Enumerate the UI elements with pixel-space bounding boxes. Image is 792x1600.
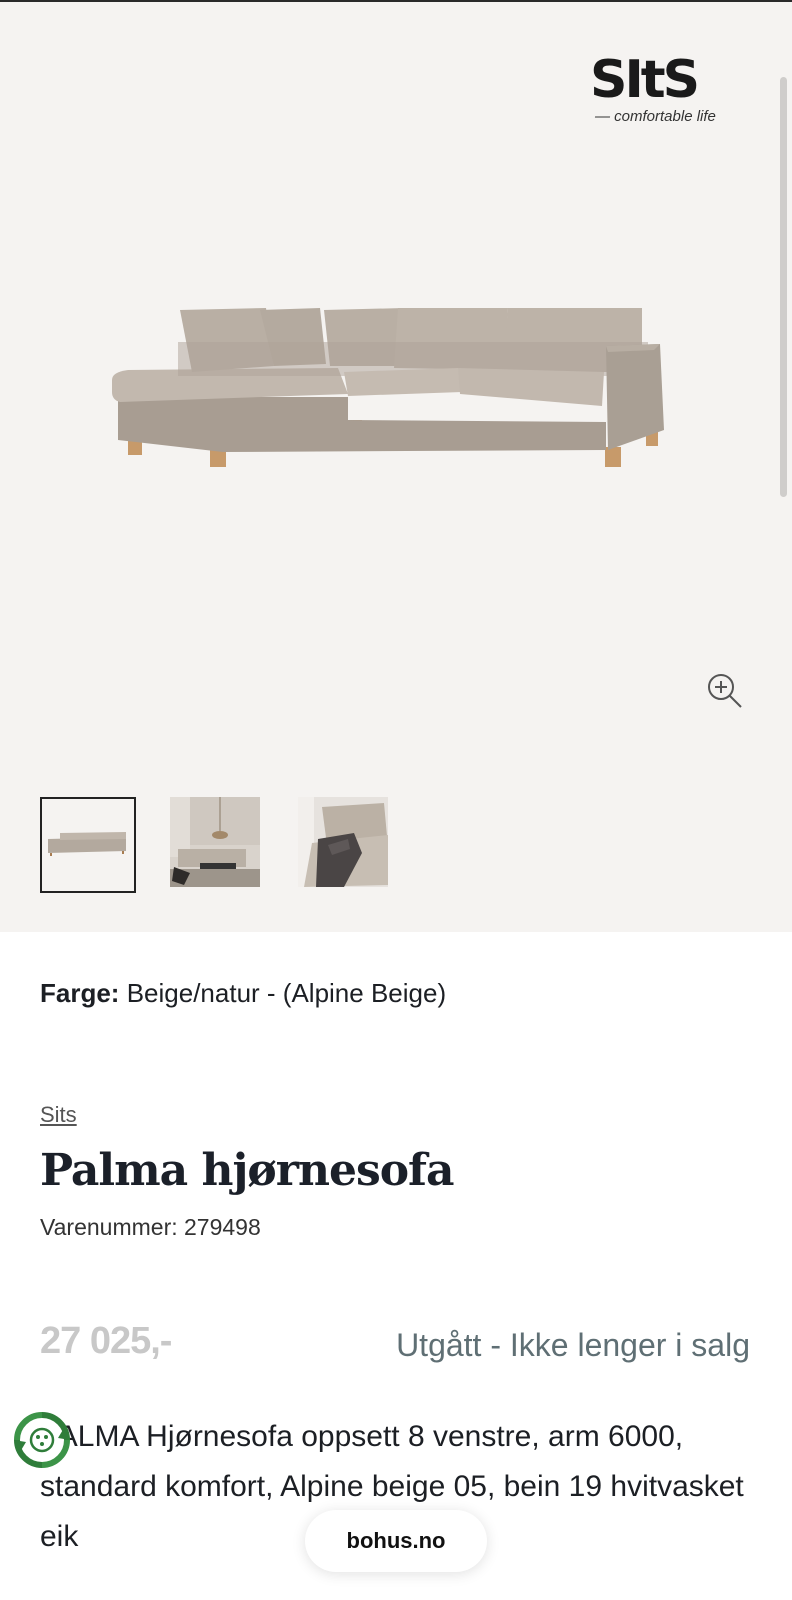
zoom-in-icon[interactable]	[706, 672, 746, 712]
color-label: Farge:	[40, 978, 120, 1008]
thumbnail-1[interactable]	[40, 797, 136, 893]
availability-status: Utgått - Ikke lenger i salg	[396, 1327, 750, 1363]
main-product-image	[112, 308, 664, 467]
product-price: 27 025,-	[40, 1320, 172, 1362]
brand-link[interactable]: Sits	[40, 1102, 77, 1128]
color-selection: Farge: Beige/natur - (Alpine Beige)	[40, 978, 446, 1009]
sits-logo: SItS — comfortable life	[590, 52, 740, 132]
domain-pill[interactable]: bohus.no	[305, 1510, 487, 1572]
thumbnail-sofa-image	[42, 799, 134, 891]
scrollbar[interactable]	[780, 77, 787, 497]
logo-tagline: — comfortable life	[595, 108, 716, 125]
thumbnail-3[interactable]	[298, 797, 394, 893]
product-gallery: SItS — comfortable life	[0, 2, 792, 932]
sku-number: Varenummer: 279498	[40, 1214, 261, 1240]
thumbnail-2[interactable]	[170, 797, 266, 893]
product-title: Palma hjørnesofa	[40, 1145, 454, 1196]
thumbnail-room-image	[170, 797, 260, 887]
logo-wordmark: SItS	[590, 50, 700, 110]
thumbnail-closeup-image	[298, 797, 388, 887]
recycle-badge-icon[interactable]	[12, 1410, 72, 1470]
color-value: Beige/natur - (Alpine Beige)	[126, 978, 447, 1008]
